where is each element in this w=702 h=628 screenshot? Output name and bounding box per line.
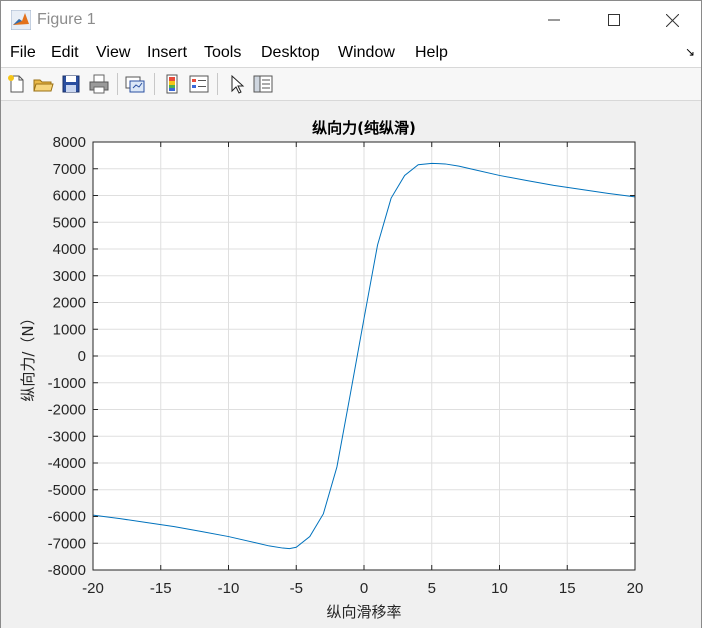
y-tick-label: -7000: [48, 535, 86, 552]
y-tick-label: 0: [78, 348, 86, 365]
x-tick-label: -20: [82, 580, 104, 597]
open-file-icon[interactable]: [32, 73, 54, 95]
property-inspector-icon[interactable]: [252, 73, 274, 95]
toolbar-separator: [117, 73, 118, 95]
x-tick-label: 20: [627, 580, 644, 597]
y-tick-label: -5000: [48, 482, 86, 499]
x-tick-label: 0: [360, 580, 368, 597]
menu-window[interactable]: Window: [338, 44, 395, 62]
y-tick-label: -1000: [48, 375, 86, 392]
x-tick-label: 15: [559, 580, 576, 597]
toolbar: [1, 67, 701, 101]
x-tick-label: -15: [150, 580, 172, 597]
y-tick-label: 5000: [53, 214, 86, 231]
menu-edit[interactable]: Edit: [51, 44, 79, 62]
line-plot[interactable]: 纵向力(纯纵滑) -20 -15 -10 -5 0 5 10 15 20 8000 7000 600…: [1, 102, 701, 628]
x-tick-label: 10: [491, 580, 508, 597]
close-button[interactable]: [649, 1, 695, 39]
maximize-button[interactable]: [591, 1, 637, 39]
y-tick-label: 1000: [53, 321, 86, 338]
figure-window: Figure 1 File Edit View Insert Tools Des…: [0, 0, 702, 628]
y-tick-label: -3000: [48, 428, 86, 445]
menu-file[interactable]: File: [10, 44, 36, 62]
insert-colorbar-icon[interactable]: [161, 73, 183, 95]
y-tick-label: -6000: [48, 509, 86, 526]
minimize-button[interactable]: [531, 1, 577, 39]
window-title: Figure 1: [37, 11, 96, 28]
dock-arrow-icon[interactable]: ↘: [685, 45, 695, 59]
y-tick-label: 2000: [53, 295, 86, 312]
x-tick-labels: -20 -15 -10 -5 0 5 10 15 20: [82, 580, 643, 597]
edit-plot-icon[interactable]: [226, 73, 248, 95]
link-plot-icon[interactable]: [124, 73, 146, 95]
menu-bar: File Edit View Insert Tools Desktop Wind…: [1, 39, 701, 67]
y-tick-label: 4000: [53, 241, 86, 258]
y-axis-label: 纵向力/（N）: [19, 310, 37, 401]
maximize-icon: [608, 14, 620, 26]
figure-canvas[interactable]: 纵向力(纯纵滑) -20 -15 -10 -5 0 5 10 15 20 8000 7000 600…: [1, 102, 701, 628]
y-tick-label: 8000: [53, 134, 86, 151]
x-axis-label: 纵向滑移率: [326, 603, 401, 621]
close-icon: [665, 13, 679, 27]
toolbar-separator: [217, 73, 218, 95]
menu-insert[interactable]: Insert: [147, 44, 187, 62]
save-icon[interactable]: [60, 73, 82, 95]
y-tick-labels: 8000 7000 6000 5000 4000 3000 2000 1000 0 -1000 -2…: [48, 134, 86, 579]
matlab-icon: [11, 10, 31, 30]
y-tick-label: 3000: [53, 268, 86, 285]
menu-desktop[interactable]: Desktop: [261, 44, 320, 62]
y-tick-label: -2000: [48, 402, 86, 419]
insert-legend-icon[interactable]: [188, 73, 210, 95]
x-tick-label: 5: [428, 580, 436, 597]
print-icon[interactable]: [88, 73, 110, 95]
new-figure-icon[interactable]: [6, 73, 28, 95]
toolbar-separator: [154, 73, 155, 95]
plot-title: 纵向力(纯纵滑): [312, 119, 416, 137]
minimize-icon: [548, 19, 560, 21]
y-tick-label: -8000: [48, 562, 86, 579]
menu-view[interactable]: View: [96, 44, 130, 62]
y-tick-label: 7000: [53, 161, 86, 178]
x-tick-label: -5: [290, 580, 303, 597]
menu-help[interactable]: Help: [415, 44, 448, 62]
y-tick-label: 6000: [53, 188, 86, 205]
y-tick-label: -4000: [48, 455, 86, 472]
title-bar[interactable]: Figure 1: [1, 1, 701, 39]
x-tick-label: -10: [218, 580, 240, 597]
menu-tools[interactable]: Tools: [204, 44, 241, 62]
